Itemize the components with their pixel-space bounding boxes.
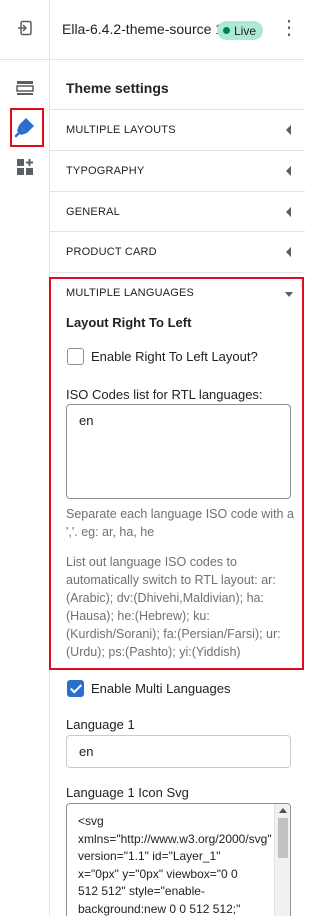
- left-rail: [0, 60, 50, 916]
- language-1-svg-label: Language 1 Icon Svg: [66, 785, 189, 800]
- multi-languages-checkbox[interactable]: [67, 680, 84, 697]
- live-dot-icon: [223, 27, 230, 34]
- language-1-label: Language 1: [66, 717, 135, 732]
- section-multiple-layouts[interactable]: MULTIPLE LAYOUTS: [50, 109, 305, 150]
- section-label: MULTIPLE LAYOUTS: [66, 124, 176, 136]
- iso-codes-textarea[interactable]: en: [66, 404, 291, 499]
- rtl-checkbox[interactable]: [67, 348, 84, 365]
- status-badge-label: Live: [234, 23, 257, 38]
- caret-left-icon: [286, 125, 291, 135]
- textarea-scrollbar[interactable]: [274, 804, 290, 916]
- more-options-icon[interactable]: ⋮: [279, 18, 299, 38]
- exit-icon: [17, 20, 33, 41]
- multi-languages-label: Enable Multi Languages: [91, 681, 231, 696]
- scroll-up-icon[interactable]: [279, 808, 287, 813]
- caret-left-icon: [286, 166, 291, 176]
- language-1-input[interactable]: en: [66, 735, 291, 768]
- status-badge: Live: [217, 21, 264, 40]
- scroll-thumb[interactable]: [278, 818, 288, 858]
- caret-left-icon: [286, 247, 291, 257]
- section-general[interactable]: GENERAL: [50, 191, 305, 232]
- iso-help-text: Separate each language ISO code with a '…: [66, 507, 294, 539]
- sections-button[interactable]: [0, 72, 50, 108]
- highlight-theme-settings: [10, 108, 44, 147]
- top-bar: Ella-6.4.2-theme-source 1 Live ⋮: [0, 0, 305, 60]
- language-1-svg-code: <svg xmlns="http://www.w3.org/2000/svg" …: [78, 814, 272, 916]
- exit-button[interactable]: [0, 0, 50, 60]
- apps-button[interactable]: [0, 151, 50, 187]
- theme-name: Ella-6.4.2-theme-source 1: [62, 21, 224, 37]
- panel-title: Theme settings: [66, 80, 169, 96]
- subheading-layout-rtl: Layout Right To Left: [66, 315, 192, 330]
- rtl-checkbox-label: Enable Right To Left Layout?: [91, 349, 258, 364]
- section-product-card[interactable]: PRODUCT CARD: [50, 231, 305, 272]
- section-label: GENERAL: [66, 206, 120, 218]
- section-label: PRODUCT CARD: [66, 246, 157, 258]
- iso-codes-label: ISO Codes list for RTL languages:: [66, 387, 263, 402]
- section-typography[interactable]: TYPOGRAPHY: [50, 150, 305, 191]
- language-1-svg-textarea[interactable]: <svg xmlns="http://www.w3.org/2000/svg" …: [66, 803, 291, 916]
- sections-icon: [16, 80, 34, 101]
- caret-left-icon: [286, 207, 291, 217]
- section-label: TYPOGRAPHY: [66, 165, 145, 177]
- rtl-languages-help-text: List out language ISO codes to automatic…: [66, 555, 281, 659]
- apps-icon: [16, 158, 34, 181]
